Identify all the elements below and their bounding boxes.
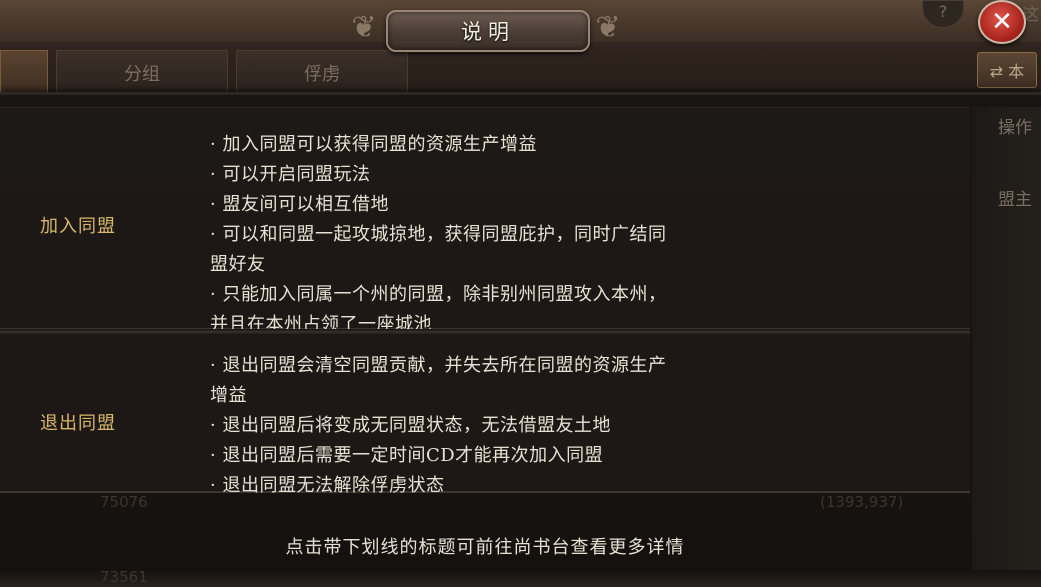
bullet-list: · 退出同盟会清空同盟贡献，并失去所在同盟的资源生产 增益 · 退出同盟后将变成… — [210, 351, 830, 501]
dialog-title-plate: ❦ 说明 ❦ — [334, 2, 638, 54]
ornament-icon: ❦ — [351, 10, 377, 45]
close-button[interactable]: ✕ — [978, 0, 1026, 44]
faint-row-coords: (1393,937) — [820, 493, 904, 511]
bullet-list: · 加入同盟可以获得同盟的资源生产增益 · 可以开启同盟玩法 · 盟友间可以相互… — [210, 130, 830, 340]
row-divider — [0, 329, 970, 335]
bullet-item: 盟好友 — [210, 254, 266, 275]
rules-table: 加入同盟 · 加入同盟可以获得同盟的资源生产增益 · 可以开启同盟玩法 · 盟友… — [0, 107, 970, 496]
section-label: 退出同盟 — [40, 413, 116, 434]
leader-label: 盟主 — [998, 190, 1032, 210]
close-icon: ✕ — [991, 7, 1013, 37]
bullet-item: · 加入同盟可以获得同盟的资源生产增益 — [210, 134, 537, 155]
info-dialog: 加入同盟 · 加入同盟可以获得同盟的资源生产增益 · 可以开启同盟玩法 · 盟友… — [0, 92, 1041, 587]
action-column-header: 操作 — [998, 118, 1032, 138]
switch-button[interactable]: ⇄ 本 — [977, 52, 1037, 88]
bullet-item: · 退出同盟无法解除俘虏状态 — [210, 475, 445, 496]
bullet-item: 增益 — [210, 385, 247, 406]
bullet-item: · 退出同盟后将变成无同盟状态，无法借盟友土地 — [210, 415, 611, 436]
bullet-item: · 可以开启同盟玩法 — [210, 164, 371, 185]
ornament-icon: ❦ — [595, 10, 621, 45]
tab-group[interactable]: 分组 — [56, 50, 228, 95]
tab-captive[interactable]: 俘虏 — [236, 50, 408, 95]
title-box: 说明 — [386, 10, 590, 52]
section-join-alliance: 加入同盟 · 加入同盟可以获得同盟的资源生产增益 · 可以开启同盟玩法 · 盟友… — [0, 107, 970, 335]
bullet-item: 并且在本州占领了一座城池 — [210, 314, 432, 335]
footer-hint: 点击带下划线的标题可前往尚书台查看更多详情 — [285, 537, 685, 558]
dialog-title: 说明 — [461, 20, 515, 44]
tab-first[interactable] — [0, 50, 48, 95]
background-right-column: 操作 盟主 — [972, 107, 1041, 587]
bullet-item: · 盟友间可以相互借地 — [210, 194, 389, 215]
faint-row-value: 75076 — [100, 493, 148, 511]
section-leave-alliance: 退出同盟 · 退出同盟会清空同盟贡献，并失去所在同盟的资源生产 增益 · 退出同… — [0, 337, 970, 496]
section-label: 加入同盟 — [40, 216, 116, 237]
bullet-item: · 退出同盟后需要一定时间CD才能再次加入同盟 — [210, 445, 604, 466]
bullet-item: · 只能加入同属一个州的同盟，除非别州同盟攻入本州， — [210, 284, 667, 305]
bottom-bar: 73561 — [0, 568, 1041, 587]
faint-row-value: 73561 — [100, 568, 148, 586]
bullet-item: · 退出同盟会清空同盟贡献，并失去所在同盟的资源生产 — [210, 355, 667, 376]
bullet-item: · 可以和同盟一起攻城掠地，获得同盟庇护，同时广结同 — [210, 224, 667, 245]
